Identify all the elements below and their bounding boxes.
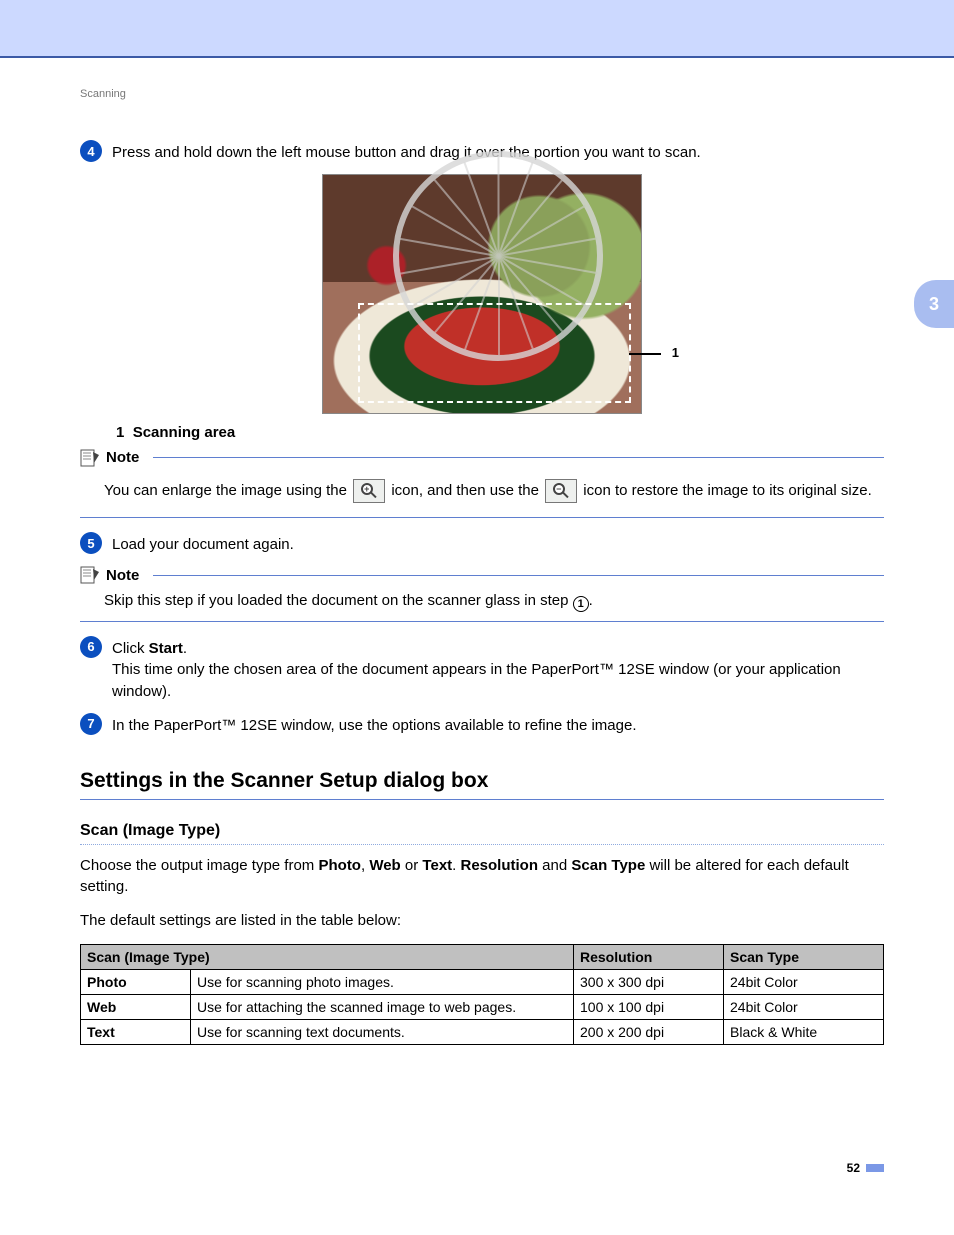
th-resolution: Resolution: [574, 944, 724, 969]
table-row: Text Use for scanning text documents. 20…: [81, 1019, 884, 1044]
th-scan-image-type: Scan (Image Type): [81, 944, 574, 969]
cell-scan: 24bit Color: [724, 994, 884, 1019]
caption-num: 1: [116, 424, 124, 441]
para1-j: Scan Type: [571, 857, 645, 874]
step-6-lead: Click: [112, 640, 149, 657]
cell-desc: Use for scanning text documents.: [191, 1019, 574, 1044]
step-bullet-4: 4: [80, 140, 102, 162]
step-bullet-5: 5: [80, 532, 102, 554]
note-2: Note Skip this step if you loaded the do…: [80, 566, 884, 622]
cell-res: 300 x 300 dpi: [574, 969, 724, 994]
step-6-text: Click Start. This time only the chosen a…: [112, 636, 884, 703]
para1-b: Photo: [318, 857, 361, 874]
cell-desc: Use for attaching the scanned image to w…: [191, 994, 574, 1019]
para-2: The default settings are listed in the t…: [80, 910, 884, 932]
section-title: Settings in the Scanner Setup dialog box: [80, 769, 884, 800]
subsection-title: Scan (Image Type): [80, 822, 884, 845]
cell-type: Photo: [81, 969, 191, 994]
table-row: Web Use for attaching the scanned image …: [81, 994, 884, 1019]
header-bar: [0, 0, 954, 58]
cell-type: Web: [81, 994, 191, 1019]
para1-a: Choose the output image type from: [80, 857, 318, 874]
page-footer: 52: [847, 1161, 884, 1175]
selection-marquee: 1: [358, 303, 631, 403]
step-6-dot: .: [183, 640, 187, 657]
cell-scan: 24bit Color: [724, 969, 884, 994]
step-6-follow: This time only the chosen area of the do…: [112, 661, 841, 700]
para1-e: or: [401, 857, 423, 874]
note-2-label: Note: [106, 567, 139, 584]
para1-h: Resolution: [461, 857, 539, 874]
figure-caption: 1 Scanning area: [116, 424, 884, 441]
note-1-body: You can enlarge the image using the + ic…: [80, 467, 884, 518]
note-1-p3: icon to restore the image to its origina…: [583, 482, 871, 499]
zoom-out-icon: −: [545, 479, 577, 503]
para-1: Choose the output image type from Photo,…: [80, 855, 884, 899]
scan-preview-figure: 1: [322, 174, 642, 414]
para1-f: Text: [422, 857, 452, 874]
note-icon: [80, 566, 100, 584]
para1-g: .: [452, 857, 460, 874]
callout-number: 1: [672, 345, 679, 360]
caption-label: Scanning area: [133, 424, 236, 441]
settings-table: Scan (Image Type) Resolution Scan Type P…: [80, 944, 884, 1045]
breadcrumb: Scanning: [80, 88, 884, 100]
note-1: Note You can enlarge the image using the…: [80, 449, 884, 519]
cell-res: 200 x 200 dpi: [574, 1019, 724, 1044]
th-scan-type: Scan Type: [724, 944, 884, 969]
para1-i: and: [538, 857, 571, 874]
cell-res: 100 x 100 dpi: [574, 994, 724, 1019]
cell-type: Text: [81, 1019, 191, 1044]
step-ref-1: 1: [573, 596, 589, 612]
table-row: Photo Use for scanning photo images. 300…: [81, 969, 884, 994]
step-7: 7 In the PaperPort™ 12SE window, use the…: [80, 713, 884, 737]
step-bullet-7: 7: [80, 713, 102, 735]
step-5: 5 Load your document again.: [80, 532, 884, 556]
step-bullet-6: 6: [80, 636, 102, 658]
step-6: 6 Click Start. This time only the chosen…: [80, 636, 884, 703]
note-2-p1: Skip this step if you loaded the documen…: [104, 592, 573, 609]
note-1-p1: You can enlarge the image using the: [104, 482, 351, 499]
para1-d: Web: [369, 857, 400, 874]
cell-scan: Black & White: [724, 1019, 884, 1044]
note-2-dot: .: [589, 592, 593, 609]
footer-accent: [866, 1164, 884, 1172]
cell-desc: Use for scanning photo images.: [191, 969, 574, 994]
note-1-p2: icon, and then use the: [391, 482, 543, 499]
note-icon: [80, 449, 100, 467]
note-2-body: Skip this step if you loaded the documen…: [80, 584, 884, 621]
zoom-in-icon: +: [353, 479, 385, 503]
chapter-tab: 3: [914, 280, 954, 328]
step-7-text: In the PaperPort™ 12SE window, use the o…: [112, 713, 884, 737]
step-5-text: Load your document again.: [112, 532, 884, 556]
note-1-label: Note: [106, 449, 139, 466]
figure-wrap: 1: [80, 174, 884, 414]
page-number: 52: [847, 1161, 860, 1175]
step-6-bold: Start: [149, 640, 183, 657]
